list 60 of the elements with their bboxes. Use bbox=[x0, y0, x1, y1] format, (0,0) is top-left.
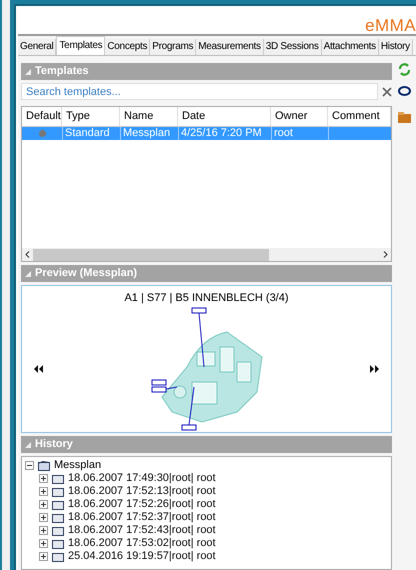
folder-icon bbox=[38, 460, 50, 470]
section-title: History bbox=[35, 439, 73, 450]
tab[interactable]: Measurements bbox=[196, 39, 264, 55]
collapse-icon[interactable] bbox=[25, 461, 34, 470]
folder-icon bbox=[52, 486, 64, 496]
column-header[interactable]: Name bbox=[120, 107, 178, 126]
folder-icon bbox=[52, 512, 64, 522]
eye-icon[interactable] bbox=[398, 86, 410, 96]
column-header[interactable]: Default bbox=[22, 107, 62, 126]
app-logo: eMMA bbox=[365, 17, 416, 34]
column-header[interactable]: Comment bbox=[328, 107, 391, 126]
tab[interactable]: Attachments bbox=[322, 39, 379, 55]
collapse-triangle-icon bbox=[25, 442, 31, 448]
scroll-left-icon[interactable] bbox=[25, 251, 30, 258]
close-icon[interactable] bbox=[382, 86, 392, 96]
tree-item[interactable]: 18.06.2007 17:52:13|root| root bbox=[68, 486, 216, 497]
folder-icon bbox=[52, 552, 64, 562]
expand-icon[interactable] bbox=[39, 474, 48, 483]
horizontal-scrollbar[interactable] bbox=[22, 248, 391, 261]
expand-icon[interactable] bbox=[39, 513, 48, 522]
expand-icon[interactable] bbox=[39, 500, 48, 509]
tab[interactable]: History bbox=[378, 39, 413, 55]
folder-icon bbox=[52, 500, 64, 510]
table-cell: Messplan bbox=[120, 127, 178, 140]
folder-icon[interactable] bbox=[398, 112, 410, 123]
tree-item[interactable]: 18.06.2007 17:52:43|root| root bbox=[68, 525, 216, 536]
expand-icon[interactable] bbox=[39, 552, 48, 561]
table-cell: root bbox=[271, 127, 328, 140]
section-title: Preview (Messplan) bbox=[35, 268, 138, 279]
column-header[interactable]: Type bbox=[62, 107, 120, 126]
tree-item[interactable]: 25.04.2016 19:19:57|root| root bbox=[68, 551, 216, 562]
folder-icon bbox=[52, 474, 64, 484]
folder-icon bbox=[52, 526, 64, 536]
column-header[interactable]: Owner bbox=[271, 107, 328, 126]
tab[interactable]: 3D Sessions bbox=[264, 39, 322, 55]
search-field[interactable]: Search templates... bbox=[21, 83, 378, 100]
previous-icon[interactable] bbox=[34, 365, 43, 374]
table-cell: Standard bbox=[62, 127, 120, 140]
table-cell: 4/25/16 7:20 PM bbox=[178, 127, 271, 140]
tab[interactable]: General bbox=[18, 39, 56, 55]
collapse-triangle-icon bbox=[25, 68, 31, 74]
expand-icon[interactable] bbox=[39, 526, 48, 535]
tab[interactable]: Programs bbox=[150, 39, 196, 55]
tree-item[interactable]: 18.06.2007 17:49:30|root| root bbox=[68, 473, 216, 484]
tree-item[interactable]: Messplan bbox=[54, 460, 102, 471]
scroll-right-icon[interactable] bbox=[383, 251, 388, 258]
preview-caption: A1 | S77 | B5 INNENBLECH (3/4) bbox=[124, 291, 289, 306]
expand-icon[interactable] bbox=[39, 487, 48, 496]
collapse-triangle-icon bbox=[25, 270, 31, 276]
tree-item[interactable]: 18.06.2007 17:52:37|root| root bbox=[68, 512, 216, 523]
tab[interactable]: Templates bbox=[56, 36, 106, 55]
tree-item[interactable]: 18.06.2007 17:53:02|root| root bbox=[68, 538, 216, 549]
expand-icon[interactable] bbox=[39, 539, 48, 548]
refresh-icon[interactable] bbox=[398, 63, 410, 76]
section-title: Templates bbox=[35, 66, 89, 77]
tab[interactable]: Concepts bbox=[105, 39, 150, 55]
next-icon[interactable] bbox=[370, 365, 379, 374]
tree-item[interactable]: 18.06.2007 17:52:26|root| root bbox=[68, 499, 216, 510]
folder-icon bbox=[52, 538, 64, 548]
column-header[interactable]: Date bbox=[178, 107, 271, 126]
